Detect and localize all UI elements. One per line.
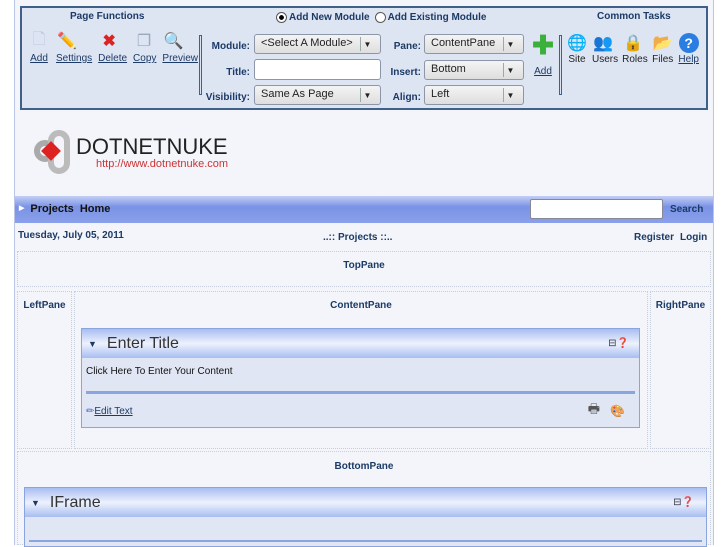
nav-arrow-icon: ▶ [19,205,25,212]
iframe-module-container: ▼ IFrame ⊟❓ [24,487,707,547]
task-site[interactable]: 🌐 Site [566,32,588,65]
page-functions: 🗋 Add ✏️ Settings ✖ Delete ❐ Copy 🔍 Preview [28,30,198,65]
radio-add-existing-label: Add Existing Module [387,12,487,23]
login-link[interactable]: Login [680,232,707,243]
right-pane-label: RightPane [655,300,706,311]
left-pane-label: LeftPane [23,300,66,311]
chevron-down-icon: ▼ [503,88,517,102]
visibility-value: Same As Page [261,88,334,100]
edit-text-link[interactable]: Edit Text [94,406,132,417]
page-functions-title: Page Functions [70,11,145,22]
task-users[interactable]: 👥 Users [592,32,618,65]
search-input[interactable] [530,199,663,219]
visibility-label: Visibility: [205,92,250,103]
nav-item-home[interactable]: Home [80,203,111,215]
top-pane: TopPane [17,251,711,287]
radio-add-existing[interactable] [374,12,386,23]
insert-label: Insert: [390,67,421,78]
insert-select[interactable]: Bottom ▼ [424,60,524,80]
page-settings-icon: ✏️ [57,33,77,50]
title-label: Title: [226,67,250,78]
collapse-arrow-icon[interactable]: ▼ [88,339,97,349]
site-icon: 🌐 [567,35,587,52]
page-function-settings[interactable]: ✏️ Settings [56,30,92,64]
module-title-bar: ▼ IFrame ⊟❓ [25,488,706,517]
nav-bar: ▶ Projects Home Search [15,196,713,223]
module-title[interactable]: Enter Title [107,335,179,353]
files-icon: 📂 [652,35,673,52]
logo[interactable]: DOTNETNUKE http://www.dotnetnuke.com [32,128,228,178]
minimize-help-icon[interactable]: ⊟❓ [608,338,629,349]
logo-text: DOTNETNUKE [76,134,228,159]
add-module-label: Add [534,66,552,77]
right-pane: RightPane [650,291,711,449]
divider [29,540,702,542]
pencil-icon: ✏ [86,405,95,417]
current-date: Tuesday, July 05, 2011 [18,230,124,241]
module-container: ▼ Enter Title ⊟❓ Click Here To Enter You… [81,328,640,428]
control-panel: Page Functions 🗋 Add ✏️ Settings ✖ Delete ❐… [20,6,708,110]
logo-mark-icon [32,128,76,178]
pane-select[interactable]: ContentPane ▼ [424,34,524,54]
add-module-button[interactable]: ✚ Add [532,32,554,77]
roles-icon: 🔒 [623,35,644,52]
align-value: Left [431,88,450,100]
module-title-bar: ▼ Enter Title ⊟❓ [82,329,639,358]
page-function-add[interactable]: 🗋 Add [28,30,50,65]
chevron-down-icon: ▼ [503,37,517,51]
register-link[interactable]: Register [634,232,674,243]
pane-label: Pane: [393,41,421,52]
chevron-down-icon: ▼ [503,63,517,77]
bottom-pane-label: BottomPane [334,461,394,472]
module-value: <Select A Module> [261,37,353,49]
module-title[interactable]: IFrame [50,494,101,512]
users-icon: 👥 [593,35,613,52]
page-delete-icon: ✖ [102,33,116,50]
pane-value: ContentPane [431,37,496,49]
module-content[interactable]: Click Here To Enter Your Content [82,358,639,391]
separator [559,35,562,95]
minimize-help-icon[interactable]: ⊟❓ [673,497,694,508]
search-button[interactable]: Search [670,204,703,215]
top-pane-label: TopPane [343,260,385,271]
radio-add-new-label: Add New Module [289,12,370,23]
align-label: Align: [392,92,421,103]
task-files[interactable]: 📂 Files [652,32,674,65]
insert-value: Bottom [431,63,466,75]
radio-add-new[interactable] [276,12,287,23]
plus-icon: ✚ [532,30,554,60]
nav-item-projects[interactable]: Projects [30,203,73,215]
page-function-copy[interactable]: ❐ Copy [133,30,156,64]
logo-url: http://www.dotnetnuke.com [96,158,229,170]
left-pane: LeftPane [17,291,72,449]
task-roles[interactable]: 🔒 Roles [622,32,648,65]
print-icon[interactable]: 🖶 [588,400,600,422]
page-add-icon: 🗋 [32,30,46,48]
page-preview-icon: 🔍 [163,33,184,50]
breadcrumb: ..:: Projects ::.. [323,232,393,243]
module-label: Module: [211,41,250,52]
common-tasks-title: Common Tasks [597,11,671,22]
syndicate-icon[interactable]: 🎨 [610,404,625,418]
content-pane-label: ContentPane [330,300,392,311]
align-select[interactable]: Left ▼ [424,85,524,105]
task-help[interactable]: ? Help [678,32,700,65]
page-function-delete[interactable]: ✖ Delete [98,30,127,64]
help-icon: ? [678,32,700,54]
page-copy-icon: ❐ [136,33,152,50]
collapse-arrow-icon[interactable]: ▼ [31,498,40,508]
